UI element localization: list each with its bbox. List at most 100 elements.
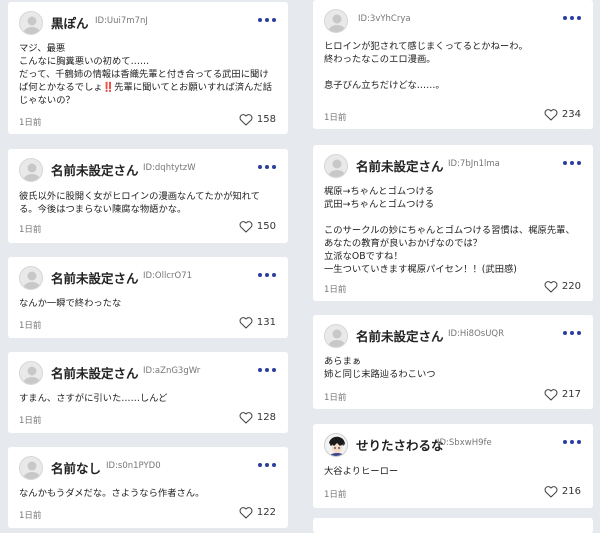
comment-line xyxy=(324,211,583,224)
more-dots-icon[interactable] xyxy=(563,16,581,20)
comment-line: すまん、さすがに引いた……しんど xyxy=(19,393,168,404)
comment-timestamp: 1日前 xyxy=(19,118,42,128)
heart-outline-icon xyxy=(239,221,253,233)
like-button[interactable]: 158 xyxy=(239,113,276,126)
comment-timestamp: 1日前 xyxy=(324,113,347,123)
more-dots-icon[interactable] xyxy=(258,18,276,22)
comment-author[interactable]: 名前未設定さん xyxy=(356,326,444,345)
heart-outline-icon xyxy=(239,412,253,424)
comment-line: なんかもうダメだな。さようなら作者さん。 xyxy=(19,488,205,499)
more-dots-icon[interactable] xyxy=(258,165,276,169)
comment-line: 一生ついていきます梶原パイセン！！(武田感) xyxy=(324,264,517,275)
more-dots-icon[interactable] xyxy=(258,368,276,372)
heart-outline-icon xyxy=(239,317,253,329)
comment-body: なんか一瞬で終わったな xyxy=(19,297,278,310)
comment-timestamp: 1日前 xyxy=(19,416,42,426)
comment-author[interactable]: 名前なし xyxy=(51,458,101,477)
heart-outline-icon xyxy=(544,281,558,293)
more-dots-icon[interactable] xyxy=(563,161,581,165)
like-button[interactable]: 131 xyxy=(239,316,276,329)
comment-card: 黒ぽん ID:Uui7m7nJ マジ、最悪 こんなに胸糞悪いの初めて…… だって… xyxy=(8,2,288,134)
comment-line xyxy=(324,66,583,79)
default-user-icon[interactable] xyxy=(324,324,348,348)
like-count: 158 xyxy=(256,114,276,125)
default-user-icon[interactable] xyxy=(19,456,43,480)
like-button[interactable]: 216 xyxy=(544,485,581,498)
comment-line: こんなに胸糞悪いの初めて…… xyxy=(19,56,150,67)
comment-line: る。今後はつまらない陳腐な物語かな。 xyxy=(19,204,187,215)
more-dots-icon[interactable] xyxy=(258,273,276,277)
comment-card: 名前未設定さん ID:aZnG3gWr すまん、さすがに引いた……しんど 1日前… xyxy=(8,352,288,433)
comment-user-id: ID:OllcrO71 xyxy=(143,271,193,281)
comment-card: 名前未設定さん ID:OllcrO71 なんか一瞬で終わったな 1日前 131 xyxy=(8,257,288,338)
comment-card: 名前未設定さん ID:Hi8OsUQR あらまぁ 姉と同じ末路辿るわこいつ 1日… xyxy=(313,315,593,409)
heart-outline-icon xyxy=(544,109,558,121)
comment-card-partial xyxy=(313,518,593,533)
comment-user-id: ID:Uui7m7nJ xyxy=(95,16,148,26)
comment-body: 梶原→ちゃんとゴムつける 武田→ちゃんとゴムつける このサークルの妙にちゃんとゴ… xyxy=(324,185,583,276)
comment-user-id: ID:SbxwH9fe xyxy=(437,438,492,448)
comment-line: 姉と同じ末路辿るわこいつ xyxy=(324,369,436,380)
like-count: 220 xyxy=(561,281,581,292)
comment-user-id: ID:Hi8OsUQR xyxy=(448,329,505,339)
comment-card: 名前未設定さん ID:dqhtytzW 彼氏以外に股開く女がヒロインの漫画なんて… xyxy=(8,149,288,243)
comment-timestamp: 1日前 xyxy=(19,511,42,521)
like-button[interactable]: 150 xyxy=(239,220,276,233)
comment-timestamp: 1日前 xyxy=(324,285,347,295)
comment-card: 名前未設定さん ID:7bJn1lma 梶原→ちゃんとゴムつける 武田→ちゃんと… xyxy=(313,145,593,301)
more-dots-icon[interactable] xyxy=(258,463,276,467)
comment-line: ば何とかなるでしょ‼️先輩に聞いてとお願いすれば済んだ話 xyxy=(19,82,273,93)
like-count: 216 xyxy=(561,486,581,497)
default-user-icon[interactable] xyxy=(324,154,348,178)
like-button[interactable]: 217 xyxy=(544,388,581,401)
comment-line: このサークルの妙にちゃんとゴムつける習慣は、梶原先輩、 xyxy=(324,225,575,236)
default-user-icon[interactable] xyxy=(19,158,43,182)
default-user-icon[interactable] xyxy=(19,361,43,385)
heart-outline-icon xyxy=(544,486,558,498)
comment-author[interactable]: 名前未設定さん xyxy=(51,160,139,179)
default-user-icon[interactable] xyxy=(324,9,348,33)
comment-author[interactable]: せりたさわるな xyxy=(356,435,444,454)
comment-line: ヒロインが犯されて感じまくってるとかねーわ。 xyxy=(324,41,528,52)
user-avatar-image[interactable] xyxy=(324,433,348,457)
like-button[interactable]: 128 xyxy=(239,411,276,424)
like-button[interactable]: 220 xyxy=(544,280,581,293)
heart-outline-icon xyxy=(239,507,253,519)
comment-user-id: ID:7bJn1lma xyxy=(448,159,500,169)
comment-author[interactable]: 名前未設定さん xyxy=(51,268,139,287)
comment-line: 立派なOBですね！ xyxy=(324,251,403,262)
comment-author[interactable]: 名前未設定さん xyxy=(51,363,139,382)
comment-author[interactable]: 黒ぽん xyxy=(51,13,89,32)
comment-timestamp: 1日前 xyxy=(324,490,347,500)
comment-timestamp: 1日前 xyxy=(19,321,42,331)
like-count: 234 xyxy=(561,109,581,120)
comment-line: じゃないの？ xyxy=(19,95,75,106)
comment-body: なんかもうダメだな。さようなら作者さん。 xyxy=(19,487,278,500)
comment-line: だって、千鶴姉の情報は香織先輩と付き合ってる武田に聞け xyxy=(19,69,269,80)
comment-line: 梶原→ちゃんとゴムつける xyxy=(324,186,435,197)
comment-line: 終わったなこのエロ漫画。 xyxy=(324,54,436,65)
comment-line: なんか一瞬で終わったな xyxy=(19,298,122,309)
comment-body: ヒロインが犯されて感じまくってるとかねーわ。 終わったなこのエロ漫画。 息子びん… xyxy=(324,40,583,92)
like-button[interactable]: 122 xyxy=(239,506,276,519)
comment-user-id: ID:3vYhCrya xyxy=(358,14,411,24)
like-count: 128 xyxy=(256,412,276,423)
comment-timestamp: 1日前 xyxy=(19,225,42,235)
comment-timestamp: 1日前 xyxy=(324,393,347,403)
heart-outline-icon xyxy=(544,389,558,401)
like-button[interactable]: 234 xyxy=(544,108,581,121)
comment-line: あなたの教育が良いおかげなのでは？ xyxy=(324,238,483,249)
comment-card: せりたさわるな ID:SbxwH9fe 大谷よりヒーロー 1日前 216 xyxy=(313,424,593,508)
more-dots-icon[interactable] xyxy=(563,440,581,444)
comment-body: 大谷よりヒーロー xyxy=(324,465,583,478)
like-count: 150 xyxy=(256,221,276,232)
comment-line: あらまぁ xyxy=(324,356,362,367)
default-user-icon[interactable] xyxy=(19,266,43,290)
comment-body: すまん、さすがに引いた……しんど xyxy=(19,392,278,405)
comment-body: あらまぁ 姉と同じ末路辿るわこいつ xyxy=(324,355,583,381)
comment-body: 彼氏以外に股開く女がヒロインの漫画なんてたかが知れて る。今後はつまらない陳腐な… xyxy=(19,190,278,216)
more-dots-icon[interactable] xyxy=(563,331,581,335)
comment-author[interactable]: 名前未設定さん xyxy=(356,156,444,175)
default-user-icon[interactable] xyxy=(19,11,43,35)
like-count: 217 xyxy=(561,389,581,400)
